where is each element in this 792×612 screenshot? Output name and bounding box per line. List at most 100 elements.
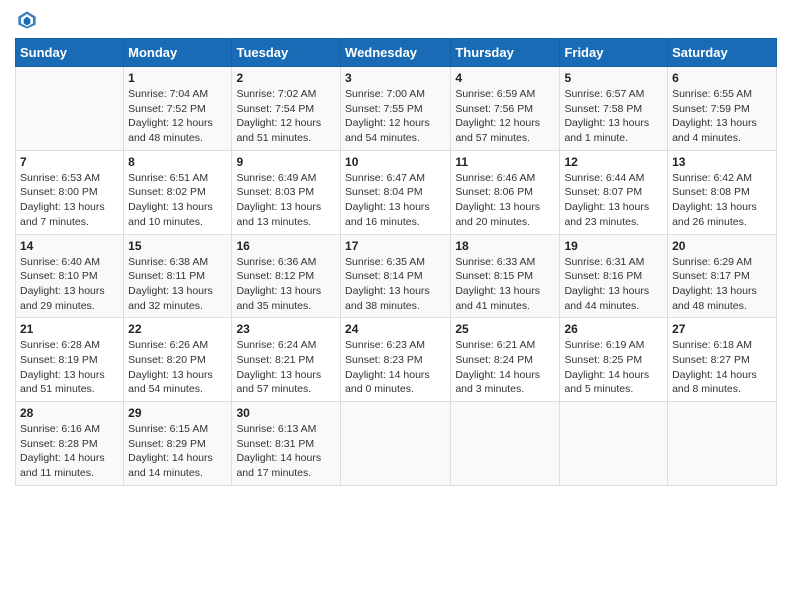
day-number: 22 [128, 322, 227, 336]
calendar-cell: 30 Sunrise: 6:13 AMSunset: 8:31 PMDayligh… [232, 402, 341, 486]
calendar-cell: 2 Sunrise: 7:02 AMSunset: 7:54 PMDaylight… [232, 67, 341, 151]
day-number: 7 [20, 155, 119, 169]
calendar-cell: 19Sunrise: 6:31 AMSunset: 8:16 PMDayligh… [560, 234, 668, 318]
day-number: 23 [236, 322, 336, 336]
day-info: Sunrise: 6:35 AMSunset: 8:14 PMDaylight:… [345, 255, 446, 314]
day-info: Sunrise: 6:23 AMSunset: 8:23 PMDaylight:… [345, 338, 446, 397]
calendar-cell [560, 402, 668, 486]
logo [15, 10, 37, 30]
day-number: 2 [236, 71, 336, 85]
day-info: Sunrise: 6:57 AMSunset: 7:58 PMDaylight:… [564, 87, 663, 146]
calendar-week-3: 14Sunrise: 6:40 AMSunset: 8:10 PMDayligh… [16, 234, 777, 318]
day-info: Sunrise: 6:26 AMSunset: 8:20 PMDaylight:… [128, 338, 227, 397]
calendar-cell: 6 Sunrise: 6:55 AMSunset: 7:59 PMDaylight… [668, 67, 777, 151]
calendar-week-2: 7 Sunrise: 6:53 AMSunset: 8:00 PMDaylight… [16, 150, 777, 234]
day-info: Sunrise: 6:53 AMSunset: 8:00 PMDaylight:… [20, 171, 119, 230]
day-number: 5 [564, 71, 663, 85]
calendar-cell: 10 Sunrise: 6:47 AMSunset: 8:04 PMDayligh… [341, 150, 451, 234]
calendar-cell: 5 Sunrise: 6:57 AMSunset: 7:58 PMDaylight… [560, 67, 668, 151]
header [15, 10, 777, 30]
day-info: Sunrise: 6:15 AMSunset: 8:29 PMDaylight:… [128, 422, 227, 481]
calendar-cell: 13 Sunrise: 6:42 AMSunset: 8:08 PMDayligh… [668, 150, 777, 234]
calendar-cell [668, 402, 777, 486]
day-number: 9 [236, 155, 336, 169]
day-info: Sunrise: 6:47 AMSunset: 8:04 PMDaylight:… [345, 171, 446, 230]
calendar-cell: 4Sunrise: 6:59 AMSunset: 7:56 PMDaylight… [451, 67, 560, 151]
day-header-thursday: Thursday [451, 39, 560, 67]
day-number: 25 [455, 322, 555, 336]
calendar-cell: 11Sunrise: 6:46 AMSunset: 8:06 PMDayligh… [451, 150, 560, 234]
calendar-cell: 29 Sunrise: 6:15 AMSunset: 8:29 PMDayligh… [124, 402, 232, 486]
day-info: Sunrise: 6:24 AMSunset: 8:21 PMDaylight:… [236, 338, 336, 397]
calendar-cell: 26 Sunrise: 6:19 AMSunset: 8:25 PMDayligh… [560, 318, 668, 402]
day-number: 10 [345, 155, 446, 169]
calendar-header-row: SundayMondayTuesdayWednesdayThursdayFrid… [16, 39, 777, 67]
day-number: 4 [455, 71, 555, 85]
calendar-cell: 18 Sunrise: 6:33 AMSunset: 8:15 PMDayligh… [451, 234, 560, 318]
day-info: Sunrise: 6:16 AMSunset: 8:28 PMDaylight:… [20, 422, 119, 481]
day-number: 15 [128, 239, 227, 253]
day-number: 27 [672, 322, 772, 336]
day-info: Sunrise: 6:19 AMSunset: 8:25 PMDaylight:… [564, 338, 663, 397]
day-number: 11 [455, 155, 555, 169]
day-info: Sunrise: 6:21 AMSunset: 8:24 PMDaylight:… [455, 338, 555, 397]
day-info: Sunrise: 6:42 AMSunset: 8:08 PMDaylight:… [672, 171, 772, 230]
calendar-cell [16, 67, 124, 151]
calendar-week-5: 28 Sunrise: 6:16 AMSunset: 8:28 PMDayligh… [16, 402, 777, 486]
day-info: Sunrise: 6:33 AMSunset: 8:15 PMDaylight:… [455, 255, 555, 314]
day-number: 13 [672, 155, 772, 169]
day-number: 29 [128, 406, 227, 420]
day-info: Sunrise: 6:38 AMSunset: 8:11 PMDaylight:… [128, 255, 227, 314]
calendar-cell: 20 Sunrise: 6:29 AMSunset: 8:17 PMDayligh… [668, 234, 777, 318]
day-header-tuesday: Tuesday [232, 39, 341, 67]
day-header-wednesday: Wednesday [341, 39, 451, 67]
day-info: Sunrise: 6:28 AMSunset: 8:19 PMDaylight:… [20, 338, 119, 397]
calendar-cell [341, 402, 451, 486]
calendar-cell: 28 Sunrise: 6:16 AMSunset: 8:28 PMDayligh… [16, 402, 124, 486]
day-number: 16 [236, 239, 336, 253]
day-number: 20 [672, 239, 772, 253]
day-number: 30 [236, 406, 336, 420]
day-info: Sunrise: 7:00 AMSunset: 7:55 PMDaylight:… [345, 87, 446, 146]
page-container: SundayMondayTuesdayWednesdayThursdayFrid… [0, 0, 792, 496]
calendar-cell: 16 Sunrise: 6:36 AMSunset: 8:12 PMDayligh… [232, 234, 341, 318]
day-info: Sunrise: 6:44 AMSunset: 8:07 PMDaylight:… [564, 171, 663, 230]
day-number: 18 [455, 239, 555, 253]
day-number: 6 [672, 71, 772, 85]
calendar-cell: 25 Sunrise: 6:21 AMSunset: 8:24 PMDayligh… [451, 318, 560, 402]
calendar-cell: 22 Sunrise: 6:26 AMSunset: 8:20 PMDayligh… [124, 318, 232, 402]
calendar-cell: 23 Sunrise: 6:24 AMSunset: 8:21 PMDayligh… [232, 318, 341, 402]
day-number: 21 [20, 322, 119, 336]
day-info: Sunrise: 6:55 AMSunset: 7:59 PMDaylight:… [672, 87, 772, 146]
day-info: Sunrise: 6:49 AMSunset: 8:03 PMDaylight:… [236, 171, 336, 230]
day-info: Sunrise: 7:02 AMSunset: 7:54 PMDaylight:… [236, 87, 336, 146]
day-number: 1 [128, 71, 227, 85]
day-info: Sunrise: 6:51 AMSunset: 8:02 PMDaylight:… [128, 171, 227, 230]
calendar-week-4: 21 Sunrise: 6:28 AMSunset: 8:19 PMDayligh… [16, 318, 777, 402]
day-info: Sunrise: 6:29 AMSunset: 8:17 PMDaylight:… [672, 255, 772, 314]
day-info: Sunrise: 6:36 AMSunset: 8:12 PMDaylight:… [236, 255, 336, 314]
day-info: Sunrise: 7:04 AMSunset: 7:52 PMDaylight:… [128, 87, 227, 146]
day-number: 19 [564, 239, 663, 253]
calendar-cell: 12 Sunrise: 6:44 AMSunset: 8:07 PMDayligh… [560, 150, 668, 234]
day-number: 28 [20, 406, 119, 420]
calendar-cell: 15 Sunrise: 6:38 AMSunset: 8:11 PMDayligh… [124, 234, 232, 318]
day-header-monday: Monday [124, 39, 232, 67]
calendar-cell: 24Sunrise: 6:23 AMSunset: 8:23 PMDayligh… [341, 318, 451, 402]
calendar-cell: 8 Sunrise: 6:51 AMSunset: 8:02 PMDaylight… [124, 150, 232, 234]
day-header-saturday: Saturday [668, 39, 777, 67]
day-header-sunday: Sunday [16, 39, 124, 67]
day-number: 17 [345, 239, 446, 253]
day-number: 26 [564, 322, 663, 336]
day-info: Sunrise: 6:13 AMSunset: 8:31 PMDaylight:… [236, 422, 336, 481]
calendar-cell: 7 Sunrise: 6:53 AMSunset: 8:00 PMDaylight… [16, 150, 124, 234]
day-number: 3 [345, 71, 446, 85]
calendar-cell: 9 Sunrise: 6:49 AMSunset: 8:03 PMDaylight… [232, 150, 341, 234]
calendar-cell: 17 Sunrise: 6:35 AMSunset: 8:14 PMDayligh… [341, 234, 451, 318]
day-number: 8 [128, 155, 227, 169]
day-info: Sunrise: 6:18 AMSunset: 8:27 PMDaylight:… [672, 338, 772, 397]
calendar-table: SundayMondayTuesdayWednesdayThursdayFrid… [15, 38, 777, 486]
day-number: 12 [564, 155, 663, 169]
calendar-cell: 14Sunrise: 6:40 AMSunset: 8:10 PMDayligh… [16, 234, 124, 318]
logo-icon [17, 10, 37, 30]
